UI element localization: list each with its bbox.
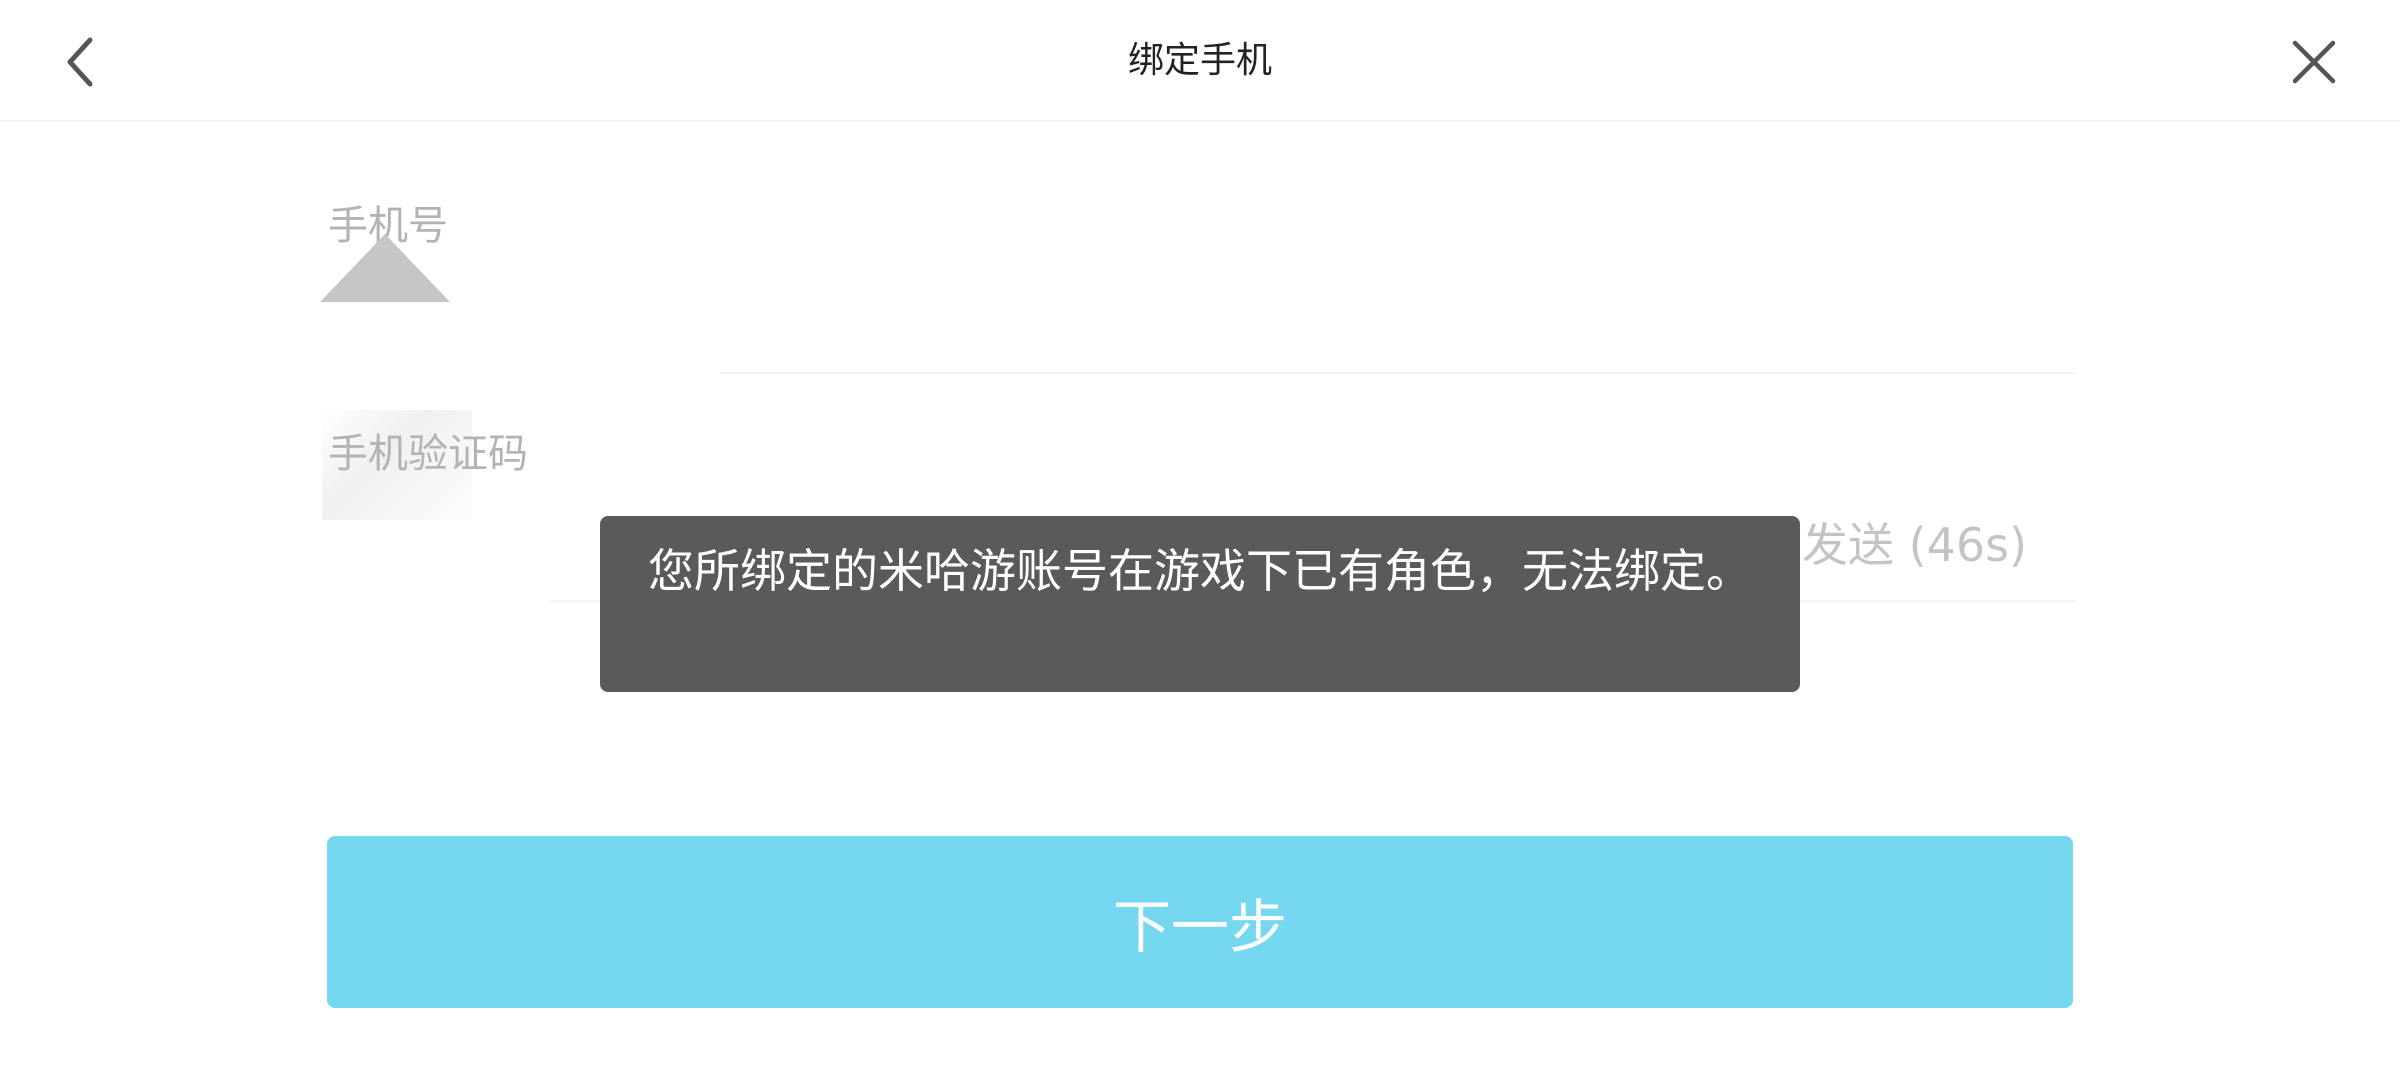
phone-divider [720, 372, 2075, 374]
next-step-button[interactable]: 下一步 [327, 836, 2073, 1008]
phone-input[interactable] [328, 274, 2073, 354]
bind-phone-page: 绑定手机 手机号 手机验证码 已发送 (46s) 下一步 您所绑定的米哈游账号在… [0, 0, 2400, 1080]
header-bar: 绑定手机 [0, 0, 2400, 122]
close-button[interactable] [2274, 22, 2354, 102]
error-toast: 您所绑定的米哈游账号在游戏下已有角色，无法绑定。 [600, 516, 1800, 692]
code-label: 手机验证码 [328, 431, 528, 477]
page-title: 绑定手机 [1127, 40, 1272, 81]
close-icon [2292, 40, 2336, 84]
